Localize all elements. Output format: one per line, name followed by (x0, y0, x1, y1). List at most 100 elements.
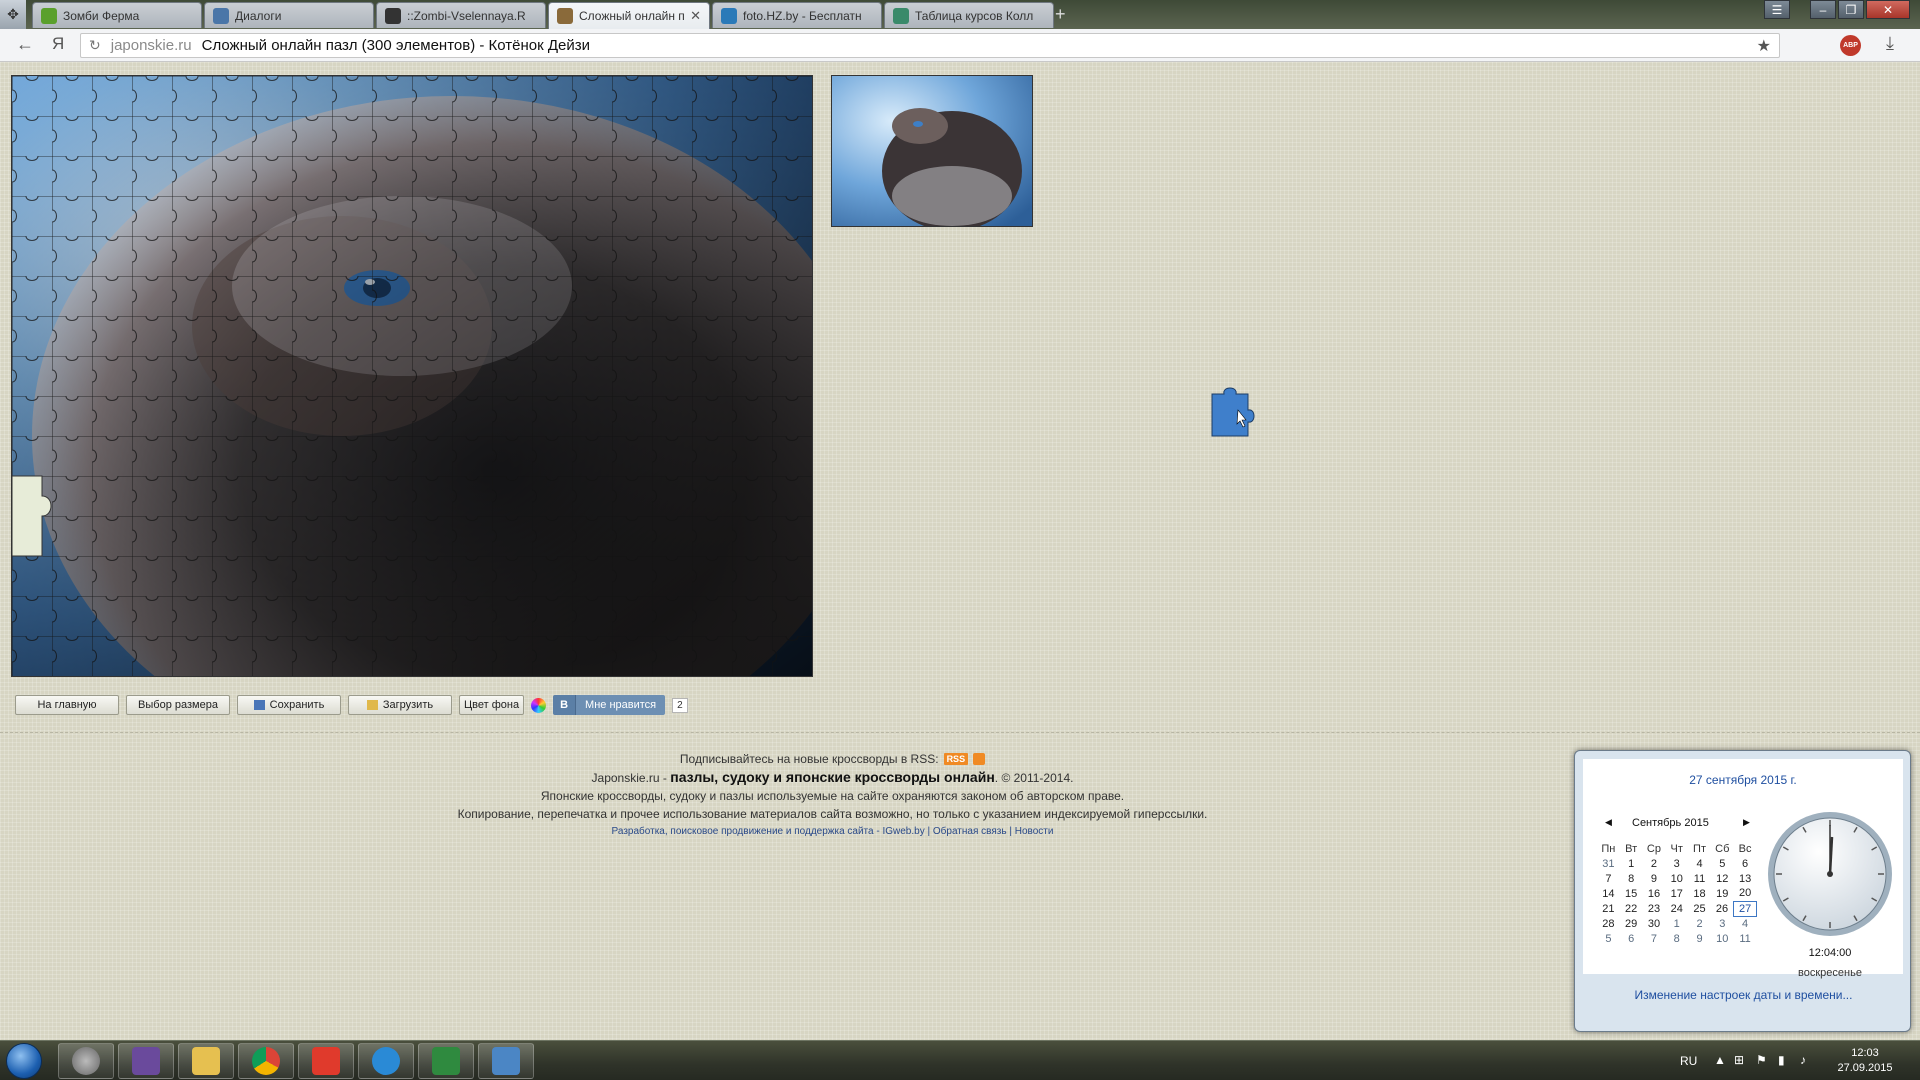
calendar-day[interactable]: 18 (1688, 886, 1711, 901)
taskbar-app-visual-studio[interactable] (118, 1043, 174, 1079)
calendar-day[interactable]: 4 (1688, 856, 1711, 871)
new-tab-icon[interactable]: + (1055, 4, 1066, 25)
calendar-day[interactable]: 4 (1734, 916, 1757, 931)
network-signal-icon[interactable]: ▮ (1778, 1053, 1792, 1067)
calendar-weekday-header: Вт (1625, 842, 1638, 855)
tab-list-icon[interactable]: ☰ (1764, 0, 1790, 19)
calendar-day[interactable]: 2 (1643, 856, 1666, 871)
calendar-day[interactable]: 3 (1711, 916, 1734, 931)
calendar-day[interactable]: 5 (1711, 856, 1734, 871)
rss-icon[interactable] (973, 753, 986, 765)
tab-currency-table[interactable]: Таблица курсов Колл (884, 2, 1054, 28)
size-select-button[interactable]: Выбор размера (126, 695, 230, 715)
calendar-day[interactable]: 1 (1665, 916, 1688, 931)
tray-expand-icon[interactable]: ▲ (1714, 1053, 1728, 1067)
calendar-day[interactable]: 30 (1643, 916, 1666, 931)
calendar-day[interactable]: 1 (1620, 856, 1643, 871)
calendar-day[interactable]: 2 (1688, 916, 1711, 931)
calendar-day[interactable]: 9 (1643, 871, 1666, 886)
address-bar[interactable]: ↻ japonskie.ru Сложный онлайн пазл (300 … (80, 33, 1780, 58)
taskbar-app-settings[interactable] (58, 1043, 114, 1079)
vk-like-button[interactable]: В Мне нравится (553, 695, 666, 715)
adblock-icon[interactable]: ABP (1840, 35, 1861, 56)
home-button[interactable]: На главную (15, 695, 119, 715)
tab-close-icon[interactable]: ✕ (690, 8, 701, 24)
bg-color-button[interactable]: Цвет фона (459, 695, 525, 715)
calendar-day[interactable]: 13 (1734, 871, 1757, 886)
calendar-day[interactable]: 8 (1665, 931, 1688, 946)
window-close-icon[interactable]: ✕ (1866, 0, 1910, 19)
loose-puzzle-piece[interactable] (1208, 384, 1256, 440)
calendar-day[interactable]: 29 (1620, 916, 1643, 931)
calendar-month-label[interactable]: Сентябрь 2015 (1632, 817, 1709, 829)
date-time-settings-link[interactable]: Изменение настроек даты и времени... (1575, 988, 1912, 1002)
calendar-day[interactable]: 26 (1711, 901, 1734, 916)
minimize-icon[interactable]: – (1810, 0, 1836, 19)
calendar-day[interactable]: 28 (1597, 916, 1620, 931)
calendar-day[interactable]: 17 (1665, 886, 1688, 901)
restore-icon[interactable]: ❐ (1838, 0, 1864, 19)
tab-dialogs[interactable]: Диалоги (204, 2, 374, 28)
prev-month-icon[interactable]: ◀ (1605, 817, 1612, 828)
tab-zombi-vselennaya[interactable]: ::Zombi-Vselennaya.R (376, 2, 546, 28)
footer-link-news[interactable]: Новости (1015, 826, 1054, 837)
calendar-day[interactable]: 8 (1620, 871, 1643, 886)
taskbar-app-explorer[interactable] (178, 1043, 234, 1079)
save-button[interactable]: Сохранить (237, 695, 341, 715)
load-button[interactable]: Загрузить (348, 695, 452, 715)
calendar-day[interactable]: 22 (1620, 901, 1643, 916)
calendar-day[interactable]: 20 (1734, 886, 1757, 901)
browser-menu-button[interactable]: ✥ (0, 0, 26, 29)
calendar-day[interactable]: 19 (1711, 886, 1734, 901)
bookmark-star-icon[interactable]: ★ (1757, 36, 1771, 56)
start-button-icon[interactable] (6, 1043, 42, 1079)
calendar-day[interactable]: 3 (1665, 856, 1688, 871)
download-icon[interactable]: ⤓ (1886, 33, 1894, 54)
yandex-home-icon[interactable]: Я (52, 34, 64, 54)
taskbar-app-chrome[interactable] (238, 1043, 294, 1079)
action-center-flag-icon[interactable]: ⚑ (1756, 1053, 1770, 1067)
taskbar-app-yandex[interactable] (298, 1043, 354, 1079)
calendar-day[interactable]: 6 (1734, 856, 1757, 871)
windows-flag-icon[interactable]: ⊞ (1734, 1053, 1748, 1067)
calendar-day[interactable]: 10 (1711, 931, 1734, 946)
footer-link-feedback[interactable]: Обратная связь (933, 826, 1007, 837)
calendar-day[interactable]: 10 (1665, 871, 1688, 886)
tray-clock[interactable]: 12:03 27.09.2015 (1825, 1046, 1905, 1076)
calendar-day[interactable]: 23 (1643, 901, 1666, 916)
calendar-day[interactable]: 6 (1620, 931, 1643, 946)
keyboard-language-indicator[interactable]: RU (1680, 1054, 1697, 1068)
next-month-icon[interactable]: ▶ (1743, 817, 1750, 828)
volume-icon[interactable]: ♪ (1800, 1053, 1814, 1067)
calendar-date-link[interactable]: 27 сентября 2015 г. (1583, 773, 1903, 787)
calendar-day[interactable]: 7 (1643, 931, 1666, 946)
color-picker-icon[interactable] (531, 697, 547, 713)
tab-zombie-farm[interactable]: Зомби Ферма (32, 2, 202, 28)
puzzle-board[interactable] (11, 75, 813, 677)
reload-icon[interactable]: ↻ (89, 37, 101, 54)
tab-foto-hz[interactable]: foto.HZ.by - Бесплатн (712, 2, 882, 28)
calendar-day[interactable]: 15 (1620, 886, 1643, 901)
taskbar-app-chart[interactable] (418, 1043, 474, 1079)
calendar-day[interactable]: 24 (1665, 901, 1688, 916)
rss-badge[interactable]: RSS (943, 753, 969, 765)
calendar-day[interactable]: 16 (1643, 886, 1666, 901)
calendar-day[interactable]: 7 (1597, 871, 1620, 886)
tab-puzzle-active[interactable]: Сложный онлайн паз ✕ (548, 2, 710, 29)
taskbar-app-window[interactable] (478, 1043, 534, 1079)
calendar-day[interactable]: 25 (1688, 901, 1711, 916)
calendar-day[interactable]: 5 (1597, 931, 1620, 946)
calendar-day[interactable]: 31 (1597, 856, 1620, 871)
back-arrow-icon[interactable]: ← (16, 34, 34, 55)
calendar-day[interactable]: 12 (1711, 871, 1734, 886)
calendar-day[interactable]: 27 (1733, 900, 1757, 917)
tab-favicon-icon (557, 8, 573, 24)
calendar-day[interactable]: 11 (1734, 931, 1757, 946)
footer-link-developer[interactable]: Разработка, поисковое продвижение и подд… (612, 826, 925, 837)
taskbar-app-ie[interactable] (358, 1043, 414, 1079)
calendar-day[interactable]: 9 (1688, 931, 1711, 946)
tab-title: Сложный онлайн паз (579, 9, 684, 23)
calendar-day[interactable]: 11 (1688, 871, 1711, 886)
calendar-day[interactable]: 14 (1597, 886, 1620, 901)
calendar-day[interactable]: 21 (1597, 901, 1620, 916)
